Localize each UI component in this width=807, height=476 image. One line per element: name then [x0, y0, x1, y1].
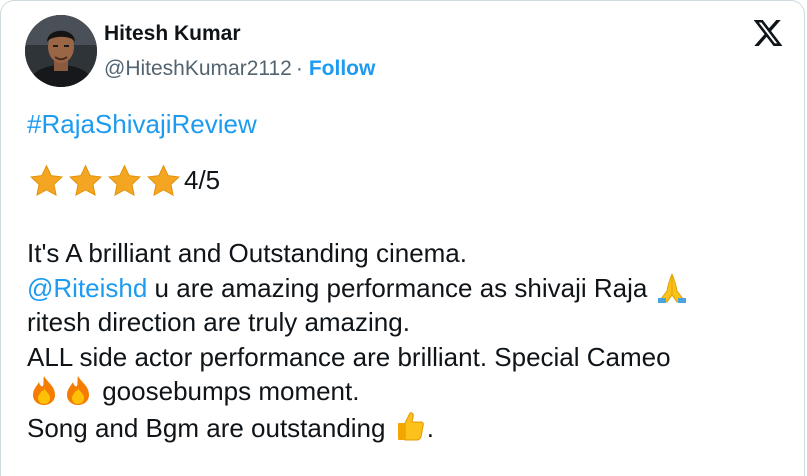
- tweet-header: Hitesh Kumar @HiteshKumar2112 · Follow: [25, 15, 784, 87]
- tweet-line-2-text: u are amazing performance as shivaji Raj…: [147, 272, 655, 303]
- avatar-photo: [25, 15, 97, 87]
- folded-hands-emoji-icon: [655, 271, 689, 312]
- author-display-name[interactable]: Hitesh Kumar: [104, 21, 375, 47]
- star-icon: [69, 164, 102, 196]
- avatar[interactable]: [25, 15, 97, 87]
- rating-line: 4/5: [27, 160, 784, 202]
- tweet-body: #RajaShivajiReview 4/5 It's A brilliant …: [27, 107, 784, 443]
- thumbs-up-emoji-icon: [393, 409, 427, 452]
- handle-row: @HiteshKumar2112 · Follow: [104, 56, 375, 82]
- author-info: Hitesh Kumar @HiteshKumar2112 · Follow: [104, 21, 375, 82]
- tweet-line-5-text: goosebumps moment.: [95, 376, 360, 406]
- tweet-line-2: @Riteishd u are amazing performance as s…: [27, 271, 784, 306]
- tweet-line-6-end: .: [426, 412, 434, 443]
- hashtag-line: #RajaShivajiReview: [27, 107, 784, 142]
- author-handle[interactable]: @HiteshKumar2112: [104, 57, 292, 80]
- tweet-line-1: It's A brilliant and Outstanding cinema.: [27, 238, 467, 268]
- tweet-line-6: Song and Bgm are outstanding .: [27, 409, 784, 444]
- star-rating: [27, 163, 183, 199]
- tweet-line-6-text: Song and Bgm are outstanding: [27, 412, 393, 443]
- tweet-line-5: goosebumps moment.: [27, 374, 784, 409]
- star-icon: [147, 164, 180, 196]
- rating-text: 4/5: [184, 165, 221, 196]
- tweet-card: Hitesh Kumar @HiteshKumar2112 · Follow #Ra…: [0, 0, 805, 476]
- tweet-line-4: ALL side actor performance are brilliant…: [27, 341, 671, 372]
- star-icon: [30, 164, 63, 196]
- hashtag-link[interactable]: #RajaShivajiReview: [27, 109, 257, 139]
- x-logo-icon[interactable]: [752, 17, 784, 49]
- mention-link[interactable]: @Riteishd: [27, 273, 147, 303]
- star-icon: [108, 164, 141, 196]
- handle-separator: ·: [295, 57, 303, 80]
- follow-button[interactable]: Follow: [309, 57, 376, 80]
